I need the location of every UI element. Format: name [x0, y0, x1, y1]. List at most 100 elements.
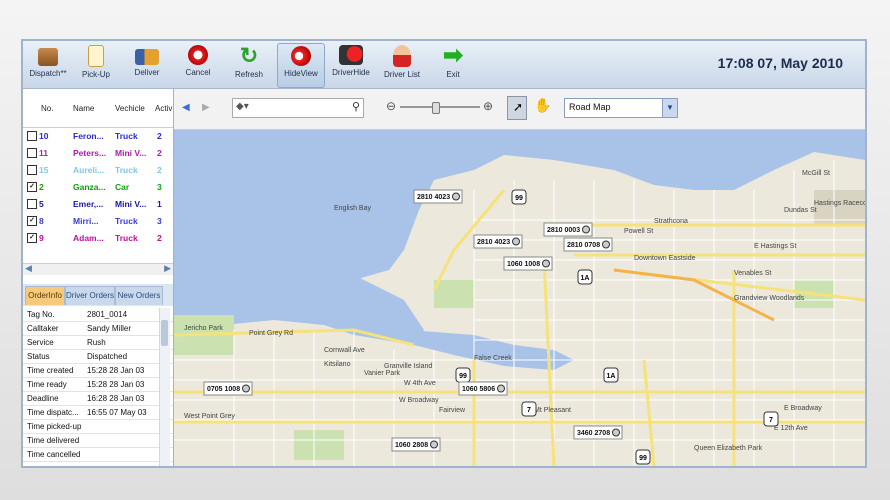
zoom-slider-thumb[interactable] [432, 102, 440, 114]
order-info-value: 16:55 07 May 03 [87, 408, 147, 417]
back-arrow-icon[interactable]: ◀ [182, 102, 190, 113]
map-place-label: Kitsilano [324, 361, 351, 368]
driverhide-icon [339, 45, 363, 65]
vehicle-marker[interactable]: 1060 1008 [503, 256, 553, 271]
vehicle-type: Mini V... [115, 148, 147, 158]
map-place-label: Hastings Racecourse [814, 200, 865, 207]
order-info-value: Rush [87, 338, 106, 347]
vehicle-row[interactable]: ✓ 8 Mirri... Truck 3 [23, 213, 173, 230]
scroll-left-icon[interactable]: ◀ [25, 263, 32, 274]
scroll-thumb[interactable] [161, 320, 168, 346]
vehicle-row[interactable]: ✓ 2 Ganza... Car 3 [23, 179, 173, 196]
forward-arrow-icon[interactable]: ▶ [202, 102, 210, 113]
vehicle-no: 8 [39, 216, 44, 226]
map-toolbar: ◀ ▶ ◆▾ ⚲ ⊖ ⊕ ➚ ✋ Road Map ▼ [174, 89, 865, 130]
chevron-down-icon[interactable]: ▼ [662, 99, 677, 117]
vehicle-type: Mini V... [115, 199, 147, 209]
map-place-label: Dundas St [784, 207, 817, 214]
horizontal-scrollbar[interactable]: ◀ ▶ [23, 263, 173, 275]
vehicle-marker[interactable]: 2810 0708 [563, 237, 613, 252]
svg-text:1A: 1A [607, 373, 616, 380]
order-info-row: Service Rush [23, 336, 173, 350]
vehicle-marker[interactable]: 2810 4023 [413, 189, 463, 204]
vehicle-marker[interactable]: 2810 4023 [473, 234, 523, 249]
vehicle-checkbox[interactable]: ✓ [27, 233, 37, 243]
map-type-select[interactable]: Road Map ▼ [564, 98, 678, 118]
tab-driver-orders[interactable]: Driver Orders [65, 286, 115, 305]
svg-text:2810 0708: 2810 0708 [567, 242, 600, 249]
vehicle-checkbox[interactable]: ✓ [27, 182, 37, 192]
zoom-in-icon[interactable]: ⊕ [483, 99, 493, 113]
vehicle-checkbox[interactable] [27, 131, 37, 141]
vehicle-row[interactable]: ✓ 9 Adam... Truck 2 [23, 230, 173, 247]
refresh-button[interactable]: ↻ Refresh [226, 43, 272, 86]
tag-icon: ◆▾ [236, 101, 249, 112]
order-info-value: 15:28 28 Jan 03 [87, 380, 145, 389]
vehicle-row[interactable]: 5 Emer,... Mini V... 1 [23, 196, 173, 213]
select-tool-button[interactable]: ➚ [507, 96, 527, 120]
svg-text:3460 2708: 3460 2708 [577, 430, 610, 437]
order-info-value: Dispatched [87, 352, 128, 361]
deliver-button[interactable]: Deliver [124, 43, 170, 86]
hideview-button[interactable]: HideView [277, 43, 325, 88]
vehicle-name: Mirri... [73, 216, 99, 226]
driverhide-label: DriverHide [332, 68, 370, 77]
left-panel: No. Name Vechicle Activ 10 Feron... Truck 2… [23, 89, 174, 466]
vehicle-table: 10 Feron... Truck 2 11 Peters... Mini V... 2 15 A… [23, 128, 173, 247]
park-southwest [294, 430, 344, 460]
search-input[interactable] [255, 100, 343, 114]
tab-orderinfo[interactable]: OrderInfo [25, 286, 65, 305]
zoom-out-icon[interactable]: ⊖ [386, 99, 396, 113]
vehicle-checkbox[interactable] [27, 148, 37, 158]
vehicle-row[interactable]: 10 Feron... Truck 2 [23, 128, 173, 145]
scroll-right-icon[interactable]: ▶ [164, 263, 171, 274]
order-info-table: Tag No. 2801_0014 Calltaker Sandy Miller Ser… [23, 308, 173, 462]
svg-text:2810 4023: 2810 4023 [417, 194, 450, 201]
vehicle-marker[interactable]: 3460 2708 [573, 425, 623, 440]
vehicle-active: 2 [157, 131, 162, 141]
clock-display: 17:08 07, May 2010 [717, 55, 843, 71]
deliver-label: Deliver [134, 68, 160, 77]
tab-new-orders[interactable]: New Orders [115, 286, 163, 305]
zoom-slider[interactable] [400, 102, 480, 114]
pan-hand-icon[interactable]: ✋ [534, 97, 551, 114]
vehicle-marker[interactable]: 2810 0003 [543, 222, 593, 237]
col-name[interactable]: Name [73, 104, 94, 113]
vehicle-row[interactable]: 15 Aureli... Truck 2 [23, 162, 173, 179]
vehicle-checkbox[interactable] [27, 199, 37, 209]
cancel-label: Cancel [185, 68, 211, 77]
map-view[interactable]: English Bay False Creek Kitsilano Point Gre… [174, 130, 865, 466]
order-info-value: 15:28 28 Jan 03 [87, 366, 145, 375]
dispatch-icon [38, 48, 58, 66]
driverhide-button[interactable]: DriverHide [328, 43, 374, 86]
vehicle-checkbox[interactable] [27, 165, 37, 175]
vehicle-marker[interactable]: 0705 1008 [203, 381, 253, 396]
search-icon[interactable]: ⚲ [352, 100, 360, 113]
vertical-scrollbar[interactable] [159, 308, 170, 466]
exit-button[interactable]: ➡ Exit [430, 43, 476, 86]
vehicle-name: Feron... [73, 131, 104, 141]
vehicle-row[interactable]: 11 Peters... Mini V... 2 [23, 145, 173, 162]
col-active[interactable]: Activ [155, 104, 172, 113]
vehicle-name: Aureli... [73, 165, 105, 175]
vehicle-checkbox[interactable]: ✓ [27, 216, 37, 226]
map-place-label: McGill St [802, 170, 830, 177]
vehicle-marker[interactable]: 1060 5806 [458, 381, 508, 396]
pickup-button[interactable]: Pick-Up [73, 43, 119, 86]
map-place-label: Vanier Park [364, 370, 401, 377]
vehicle-no: 2 [39, 182, 44, 192]
col-no[interactable]: No. [41, 104, 53, 113]
order-info-value: Sandy Miller [87, 324, 132, 333]
dispatch-button[interactable]: Dispatch** [25, 43, 71, 86]
vehicle-active: 2 [157, 233, 162, 243]
vehicle-no: 9 [39, 233, 44, 243]
order-info-label: Deadline [27, 394, 59, 403]
map-place-label: E 12th Ave [774, 425, 808, 432]
col-vehicle[interactable]: Vechicle [115, 104, 145, 113]
vehicle-marker[interactable]: 1060 2808 [391, 437, 441, 452]
driver-list-button[interactable]: Driver List [379, 43, 425, 86]
highway-shield: 99 [635, 449, 651, 465]
order-info-row: Time dispatc... 16:55 07 May 03 [23, 406, 173, 420]
highway-shield: 7 [763, 411, 779, 427]
cancel-button[interactable]: Cancel [175, 43, 221, 86]
